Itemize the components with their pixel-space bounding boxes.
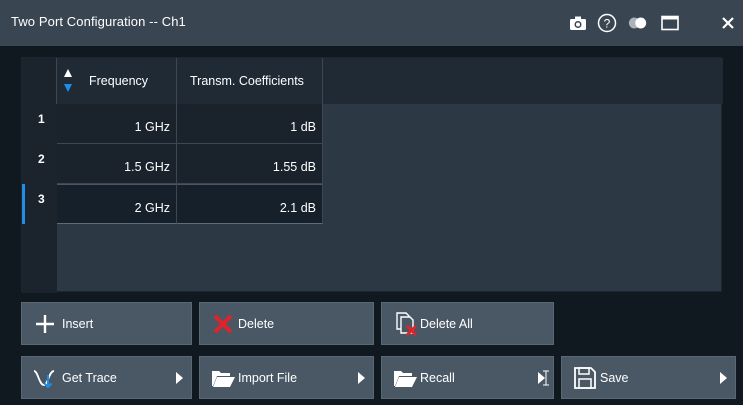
frequency-cell[interactable]: 2 GHz: [57, 184, 177, 224]
dialog-title: Two Port Configuration -- Ch1: [11, 14, 186, 29]
delete-button[interactable]: Delete: [199, 302, 374, 345]
header-frequency[interactable]: Frequency: [57, 58, 177, 104]
submenu-arrow-icon: [176, 372, 183, 384]
table-row-selected[interactable]: 3 2 GHz 2.1 dB: [22, 184, 323, 224]
text-cursor-icon: [543, 370, 549, 386]
folder-icon: [212, 371, 235, 387]
save-button[interactable]: Save: [561, 356, 736, 399]
recall-button[interactable]: Recall: [381, 356, 554, 399]
trace-icon: [33, 370, 55, 389]
coefficient-cell[interactable]: 1 dB: [177, 104, 323, 144]
row-number: 3: [22, 184, 57, 224]
save-disk-icon: [574, 367, 596, 389]
folder-icon: [394, 371, 417, 387]
close-icon[interactable]: [718, 13, 738, 33]
svg-text:?: ?: [604, 17, 611, 31]
header-transm-coefficients[interactable]: Transm. Coefficients: [177, 58, 323, 104]
table-row[interactable]: 1 1 GHz 1 dB: [22, 104, 323, 144]
submenu-arrow-icon: [720, 372, 727, 384]
coefficient-cell[interactable]: 2.1 dB: [177, 184, 323, 224]
maximize-icon[interactable]: [660, 13, 680, 33]
table-row[interactable]: 2 1.5 GHz 1.55 dB: [22, 144, 323, 184]
plus-icon: [36, 315, 54, 333]
delete-all-icon: [396, 312, 418, 337]
title-bar: Two Port Configuration -- Ch1 ?: [0, 0, 743, 46]
two-port-config-dialog: Two Port Configuration -- Ch1 ? Frequenc…: [0, 0, 743, 405]
coefficient-cell[interactable]: 1.55 dB: [177, 144, 323, 184]
coefficient-table: Frequency Transm. Coefficients 1 1 GHz 1…: [21, 57, 723, 293]
get-trace-button[interactable]: Get Trace: [21, 356, 192, 399]
row-number: 2: [22, 144, 57, 184]
sort-icon: [64, 69, 72, 92]
toggle-icon[interactable]: [628, 13, 648, 33]
camera-icon[interactable]: [568, 13, 588, 33]
header-corner: [22, 58, 57, 104]
delete-x-icon: [213, 314, 233, 334]
help-icon[interactable]: ?: [597, 13, 617, 33]
delete-all-button[interactable]: Delete All: [381, 302, 554, 345]
table-header: Frequency Transm. Coefficients: [22, 58, 723, 104]
submenu-arrow-icon: [358, 372, 365, 384]
frequency-cell[interactable]: 1 GHz: [57, 104, 177, 144]
insert-button[interactable]: Insert: [21, 302, 192, 345]
import-file-button[interactable]: Import File: [199, 356, 374, 399]
frequency-cell[interactable]: 1.5 GHz: [57, 144, 177, 184]
row-number: 1: [22, 104, 57, 144]
